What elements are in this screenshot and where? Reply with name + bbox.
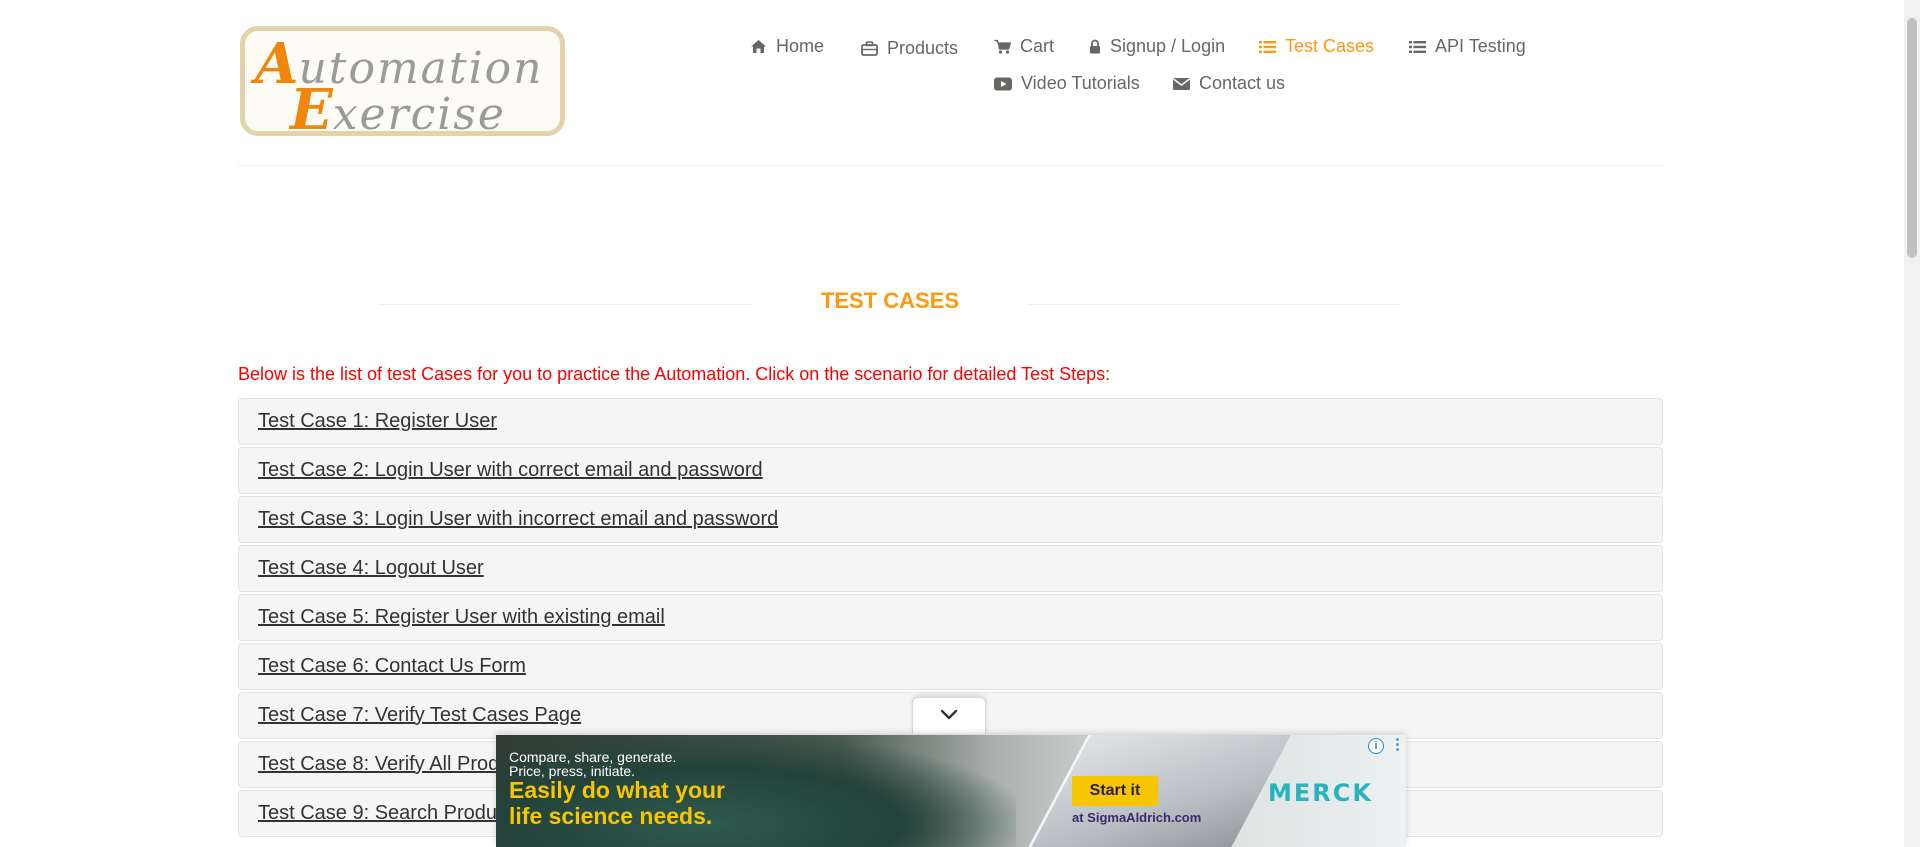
nav-api-testing-label: API Testing [1435, 36, 1526, 56]
home-icon [750, 39, 767, 54]
scrollbar-thumb[interactable] [1907, 18, 1917, 258]
test-case-link[interactable]: Test Case 6: Contact Us Form [258, 655, 526, 677]
ad-tagline-line-2: Price, press, initiate. [509, 763, 636, 779]
nav-signup-login-label: Signup / Login [1110, 36, 1226, 56]
nav-signup-login[interactable]: Signup / Login [1089, 36, 1225, 57]
nav-test-cases[interactable]: Test Cases [1259, 36, 1374, 57]
nav-test-cases-label: Test Cases [1285, 36, 1375, 56]
cart-icon [994, 39, 1011, 54]
site-logo[interactable]: Automation Exercise [240, 26, 565, 136]
nav-home[interactable]: Home [750, 36, 824, 57]
ad-cta-button[interactable]: Start it [1072, 776, 1158, 806]
nav-products-label: Products [887, 38, 959, 58]
test-case-link[interactable]: Test Case 2: Login User with correct ema… [258, 459, 763, 481]
ad-headline: Easily do what your life science needs. [509, 777, 725, 829]
ad-brand-logo: MERCK [1268, 779, 1373, 807]
youtube-icon [994, 77, 1012, 91]
list-icon [1409, 40, 1426, 54]
test-case-panel[interactable]: Test Case 2: Login User with correct ema… [238, 447, 1663, 494]
test-case-panel[interactable]: Test Case 6: Contact Us Form [238, 643, 1663, 690]
briefcase-icon [861, 41, 878, 56]
ad-headline-line-1: Easily do what your [509, 777, 725, 803]
page-title: TEST CASES [820, 288, 960, 313]
test-case-link[interactable]: Test Case 4: Logout User [258, 557, 484, 579]
ad-banner[interactable]: Compare, share, generate. Price, press, … [496, 735, 1406, 847]
ad-tagline-line-1: Compare, share, generate. [509, 749, 677, 765]
test-case-panel[interactable]: Test Case 3: Login User with incorrect e… [238, 496, 1663, 543]
test-case-link[interactable]: Test Case 3: Login User with incorrect e… [258, 508, 778, 530]
nav-cart[interactable]: Cart [994, 36, 1054, 57]
ad-info-icon[interactable]: i [1368, 738, 1384, 754]
lock-icon [1089, 39, 1101, 54]
test-case-link[interactable]: Test Case 9: Search Product [258, 802, 513, 824]
test-case-link[interactable]: Test Case 1: Register User [258, 410, 497, 432]
ad-collapse-button[interactable] [912, 697, 986, 734]
nav-cart-label: Cart [1020, 36, 1055, 56]
logo-text-exercise: xercise [332, 89, 506, 136]
intro-text: Below is the list of test Cases for you … [238, 364, 1111, 384]
list-icon [1259, 40, 1276, 54]
ad-site-link[interactable]: at SigmaAldrich.com [1072, 810, 1201, 825]
nav-api-testing[interactable]: API Testing [1409, 36, 1526, 57]
ad-more-options-icon[interactable]: ⋮ [1390, 737, 1405, 752]
nav-contact-us[interactable]: Contact us [1173, 73, 1285, 94]
nav-home-label: Home [776, 36, 825, 56]
header-divider [238, 165, 1663, 166]
test-case-panel[interactable]: Test Case 5: Register User with existing… [238, 594, 1663, 641]
test-case-panel[interactable]: Test Case 4: Logout User [238, 545, 1663, 592]
envelope-icon [1173, 77, 1190, 91]
test-case-panel[interactable]: Test Case 1: Register User [238, 398, 1663, 445]
nav-contact-us-label: Contact us [1199, 73, 1286, 93]
nav-video-tutorials-label: Video Tutorials [1021, 73, 1140, 93]
logo-letter-e: E [290, 77, 333, 136]
nav-products[interactable]: Products [861, 38, 958, 59]
test-case-link[interactable]: Test Case 7: Verify Test Cases Page [258, 704, 581, 726]
test-case-link[interactable]: Test Case 5: Register User with existing… [258, 606, 665, 628]
logo-line-2: Exercise [290, 77, 506, 136]
page-scrollbar[interactable] [1904, 0, 1920, 847]
ad-headline-line-2: life science needs. [509, 803, 713, 829]
chevron-down-icon [940, 707, 958, 725]
nav-video-tutorials[interactable]: Video Tutorials [994, 73, 1140, 94]
ad-tagline: Compare, share, generate. Price, press, … [509, 750, 676, 778]
